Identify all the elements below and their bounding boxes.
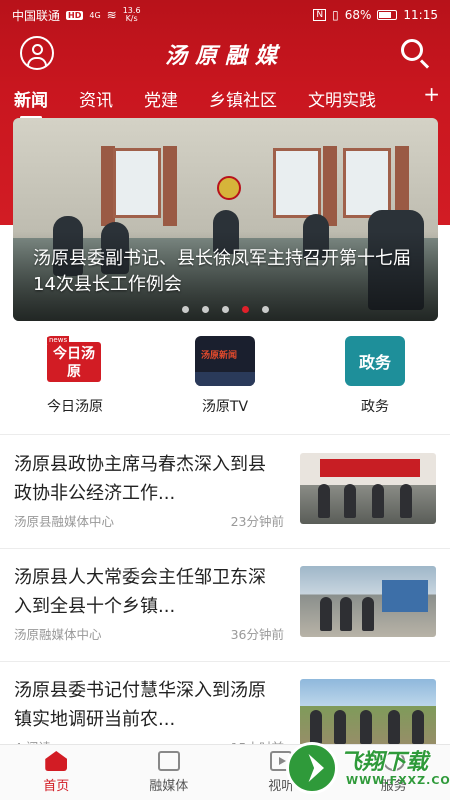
carousel-dot[interactable] (222, 306, 229, 313)
tab-civilization[interactable]: 文明实践 (308, 86, 376, 111)
today-tangyuan-icon: 今日汤原 news (45, 336, 105, 386)
home-icon (45, 751, 68, 771)
news-item[interactable]: 汤原县人大常委会主任邹卫东深入到全县十个乡镇... 汤原融媒体中心 36分钟前 (0, 549, 450, 662)
vibrate-icon: ▯ (332, 8, 339, 22)
carousel-dot[interactable] (202, 306, 209, 313)
tab-info[interactable]: 资讯 (79, 86, 113, 111)
watermark-logo: 飞翔下载 WWW.FXXZ.COM (286, 738, 450, 798)
media-icon (157, 751, 180, 771)
watermark-icon (286, 742, 338, 794)
government-icon: 政务 (345, 336, 405, 386)
news-meta: 汤原县融媒体中心 23分钟前 (14, 511, 284, 530)
quick-entry-label: 政务 (361, 399, 389, 415)
wifi-icon: ≋ (106, 8, 117, 22)
app-header: 汤原融媒 (0, 32, 450, 76)
emblem-icon (217, 176, 241, 200)
news-title: 汤原县政协主席马春杰深入到县政协非公经济工作... (14, 454, 266, 504)
banner-carousel[interactable]: 汤原县委副书记、县长徐凤军主持召开第十七届14次县长工作例会 (13, 118, 438, 321)
tab-news[interactable]: 新闻 (14, 86, 48, 119)
quick-entries: 今日汤原 news 今日汤原 汤原新闻 汤原TV 政务 政务 (0, 336, 450, 420)
channel-tabs: 新闻 资讯 党建 乡镇社区 文明实践 (0, 80, 450, 119)
quick-entry-label: 今日汤原 (47, 399, 103, 415)
nav-home[interactable]: 首页 (0, 745, 113, 800)
battery-percent: 68% (344, 8, 372, 22)
news-time: 36分钟前 (230, 627, 284, 642)
tab-party[interactable]: 党建 (144, 86, 178, 111)
tv-icon: 汤原新闻 (195, 336, 255, 386)
add-channel-icon[interactable]: + (423, 82, 440, 106)
search-icon[interactable] (398, 36, 432, 70)
quick-entry-government[interactable]: 政务 政务 (300, 336, 450, 420)
banner-caption: 汤原县委副书记、县长徐凤军主持召开第十七届14次县长工作例会 (33, 248, 411, 295)
carousel-dot[interactable] (262, 306, 269, 313)
app-title: 汤原融媒 (164, 43, 285, 69)
network-label: 4G (89, 10, 101, 20)
nav-media[interactable]: 融媒体 (113, 745, 226, 800)
watermark-url: WWW.FXXZ.COM (346, 774, 450, 787)
news-time: 23分钟前 (230, 514, 284, 529)
clock: 11:15 (403, 8, 438, 22)
quick-entry-today[interactable]: 今日汤原 news 今日汤原 (0, 336, 150, 420)
news-source: 汤原县融媒体中心 (14, 514, 115, 529)
news-title: 汤原县委书记付慧华深入到汤原镇实地调研当前农... (14, 680, 266, 730)
status-bar: 中国联通 HD 4G ≋ 13.6 K/s N ▯ 68% 11:15 (0, 0, 450, 30)
news-list: 汤原县政协主席马春杰深入到县政协非公经济工作... 汤原县融媒体中心 23分钟前… (0, 436, 450, 775)
nfc-icon: N (313, 9, 327, 21)
quick-entry-tv[interactable]: 汤原新闻 汤原TV (150, 336, 300, 420)
nav-label: 融媒体 (149, 779, 189, 794)
news-title: 汤原县人大常委会主任邹卫东深入到全县十个乡镇... (14, 567, 266, 617)
news-source: 汤原融媒体中心 (14, 627, 102, 642)
nav-label: 首页 (43, 779, 70, 794)
carousel-dot[interactable] (182, 306, 189, 313)
carrier-label: 中国联通 (12, 8, 61, 23)
tab-towns[interactable]: 乡镇社区 (209, 86, 277, 111)
news-thumbnail (300, 453, 436, 524)
news-item[interactable]: 汤原县政协主席马春杰深入到县政协非公经济工作... 汤原县融媒体中心 23分钟前 (0, 436, 450, 549)
section-divider (0, 434, 450, 435)
carousel-indicator (13, 306, 438, 313)
battery-icon (377, 10, 398, 20)
carousel-dot-active[interactable] (242, 306, 249, 313)
net-speed: 13.6 K/s (122, 6, 141, 23)
hd-badge: HD (66, 10, 84, 20)
watermark-text: 飞翔下载 (340, 750, 429, 775)
news-thumbnail (300, 566, 436, 637)
quick-entry-label: 汤原TV (201, 399, 249, 415)
news-meta: 汤原融媒体中心 36分钟前 (14, 624, 284, 643)
